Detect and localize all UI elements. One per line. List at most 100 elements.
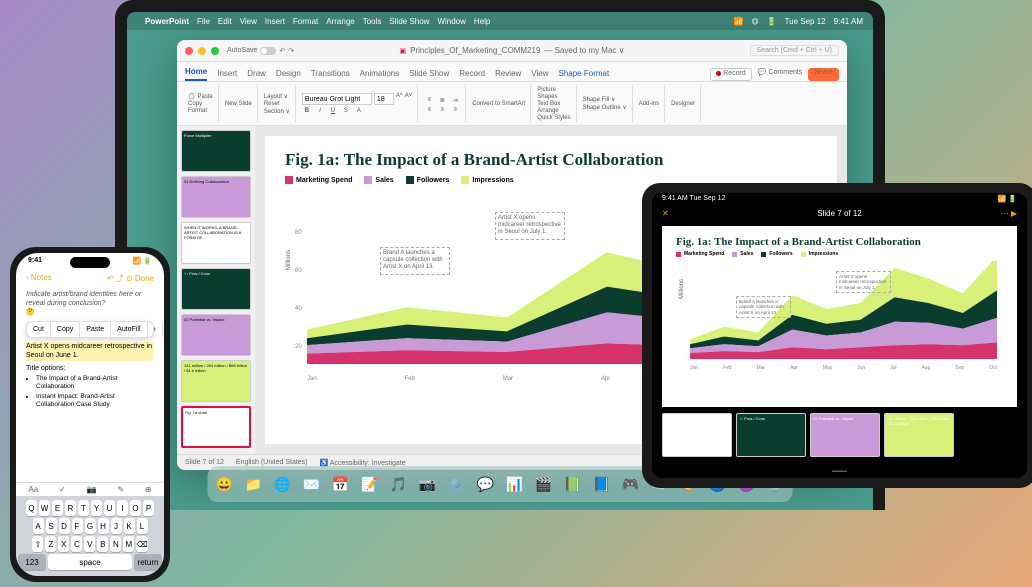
slide-thumbnail[interactable]: 02 Potential vs. Impact5 [810, 413, 880, 457]
format-icon[interactable]: Aa [28, 485, 38, 494]
menu-tools[interactable]: Tools [363, 17, 382, 26]
slide-thumbnail[interactable]: 502 Potential vs. Impact [181, 314, 251, 356]
copy-button[interactable]: Copy [51, 322, 80, 337]
arrange-button[interactable]: Arrange [537, 108, 570, 114]
keyboard-key[interactable]: O [130, 500, 141, 516]
dock-app-icon[interactable]: 📅 [327, 470, 355, 498]
bold-button[interactable]: B [302, 108, 312, 114]
menu-file[interactable]: File [197, 17, 210, 26]
undo-icon[interactable]: ↶ [107, 274, 114, 283]
tab-record[interactable]: Record [459, 69, 485, 81]
menu-slideshow[interactable]: Slide Show [389, 17, 429, 26]
shape-fill-button[interactable]: Shape Fill ∨ [583, 96, 627, 103]
keyboard-key[interactable]: I [117, 500, 128, 516]
indent-button[interactable]: ⇥ [450, 97, 460, 104]
increase-font-icon[interactable]: A^ [396, 93, 403, 105]
ipad-slide-view[interactable]: Fig. 1a: The Impact of a Brand-Artist Co… [662, 226, 1017, 407]
tab-draw[interactable]: Draw [247, 69, 266, 81]
keyboard-key[interactable]: E [52, 500, 63, 516]
tab-design[interactable]: Design [276, 69, 301, 81]
menu-edit[interactable]: Edit [218, 17, 232, 26]
camera-icon[interactable]: 📷 [87, 485, 97, 494]
close-button[interactable]: ✕ [662, 209, 669, 218]
italic-button[interactable]: I [315, 108, 325, 114]
keyboard-key[interactable]: D [59, 518, 70, 534]
bullet-item[interactable]: The Impact of a Brand-Artist Collaborati… [36, 375, 154, 392]
tab-slideshow[interactable]: Slide Show [409, 69, 449, 81]
annotation-1[interactable]: Brand A launches a capsule collection wi… [380, 247, 450, 275]
slide-thumbnail[interactable]: 3WHEN IT WORKS, A BRAND-ARTIST COLLABORA… [181, 222, 251, 264]
more-menu-button[interactable]: › [148, 322, 163, 337]
tab-review[interactable]: Review [495, 69, 521, 81]
menu-insert[interactable]: Insert [265, 17, 285, 26]
tab-transitions[interactable]: Transitions [311, 69, 350, 81]
language-status[interactable]: English (United States) [236, 459, 308, 466]
done-button[interactable]: Done [135, 274, 154, 283]
smartart-button[interactable]: Convert to SmartArt [472, 101, 525, 107]
save-location[interactable]: — Saved to my Mac ∨ [544, 46, 624, 55]
document-title[interactable]: Principles_Of_Marketing_COMM219 [410, 46, 540, 55]
keyboard-key[interactable]: T [78, 500, 89, 516]
keyboard-key[interactable]: B [97, 536, 108, 552]
paste-button[interactable]: 📋 Paste [188, 93, 213, 100]
designer-button[interactable]: Designer [671, 101, 695, 107]
autosave-toggle[interactable] [260, 47, 276, 55]
app-name[interactable]: PowerPoint [145, 17, 189, 26]
keyboard-key[interactable]: Z [45, 536, 56, 552]
copy-button[interactable]: Copy [188, 101, 213, 107]
cut-button[interactable]: Cut [27, 322, 51, 337]
layout-button[interactable]: Layout ∨ [264, 93, 290, 100]
control-center-icon[interactable]: ⏣ [752, 17, 759, 26]
markup-icon[interactable]: ✎ [117, 485, 124, 494]
keyboard-key[interactable]: X [58, 536, 69, 552]
font-size-input[interactable] [374, 93, 394, 105]
font-color-button[interactable]: A [354, 108, 364, 114]
menu-view[interactable]: View [240, 17, 257, 26]
keyboard-key[interactable]: N [110, 536, 121, 552]
menubar-date[interactable]: Tue Sep 12 [785, 17, 826, 26]
slide-thumbnail[interactable]: 4↑↓ Pros / Cons [181, 268, 251, 310]
slide-counter[interactable]: Slide 7 of 12 [185, 459, 224, 466]
menubar-clock[interactable]: 9:41 AM [834, 17, 863, 26]
slide-thumbnail[interactable]: 6141 million / 264 million / $68 billion… [181, 360, 251, 402]
close-window-button[interactable] [185, 47, 193, 55]
picture-button[interactable]: Picture [537, 87, 570, 93]
bullets-button[interactable]: ≡ [424, 97, 434, 104]
add-icon[interactable]: ⊕ [145, 485, 152, 494]
dock-app-icon[interactable]: ⚙️ [443, 470, 471, 498]
space-key[interactable]: space [48, 554, 132, 570]
share-button[interactable]: Share [808, 68, 839, 81]
menu-help[interactable]: Help [474, 17, 490, 26]
dock-app-icon[interactable]: 📷 [414, 470, 442, 498]
dock-app-icon[interactable]: 🎵 [385, 470, 413, 498]
tab-home[interactable]: Home [185, 67, 207, 81]
keyboard-key[interactable]: P [143, 500, 154, 516]
checklist-icon[interactable]: ✓ [59, 485, 66, 494]
dock-app-icon[interactable]: 😀 [211, 470, 239, 498]
tab-insert[interactable]: Insert [217, 69, 237, 81]
section-button[interactable]: Section ∨ [264, 108, 290, 115]
menu-window[interactable]: Window [437, 17, 465, 26]
keyboard-key[interactable]: ⇧ [32, 536, 43, 552]
align-left-button[interactable]: ≡ [424, 107, 434, 113]
keyboard-key[interactable]: W [39, 500, 50, 516]
shapes-button[interactable]: Shapes [537, 94, 570, 100]
dock-app-icon[interactable]: 📗 [559, 470, 587, 498]
textbox-button[interactable]: Text Box [537, 101, 570, 107]
annotation-2[interactable]: Artist X opens midcareer retrospective i… [495, 212, 565, 240]
addins-button[interactable]: Add-ins [639, 101, 659, 107]
keyboard-key[interactable]: R [65, 500, 76, 516]
zoom-window-button[interactable] [211, 47, 219, 55]
keyboard-key[interactable]: C [71, 536, 82, 552]
highlighted-text[interactable]: Artist X opens midcareer retrospective i… [26, 342, 154, 360]
keyboard-key[interactable]: ⌫ [136, 536, 147, 552]
slide-title[interactable]: Fig. 1a: The Impact of a Brand-Artist Co… [285, 150, 817, 170]
comments-button[interactable]: 💬 Comments [758, 68, 803, 81]
slide-thumbnail[interactable]: 141 million / 264 million / $68 billion … [884, 413, 954, 457]
note-text[interactable]: Indicate artist/brand identities here or… [26, 290, 154, 308]
dock-app-icon[interactable]: 🎮 [617, 470, 645, 498]
minimize-window-button[interactable] [198, 47, 206, 55]
tab-view[interactable]: View [531, 69, 548, 81]
menu-arrange[interactable]: Arrange [326, 17, 354, 26]
reset-button[interactable]: Reset [264, 101, 290, 107]
